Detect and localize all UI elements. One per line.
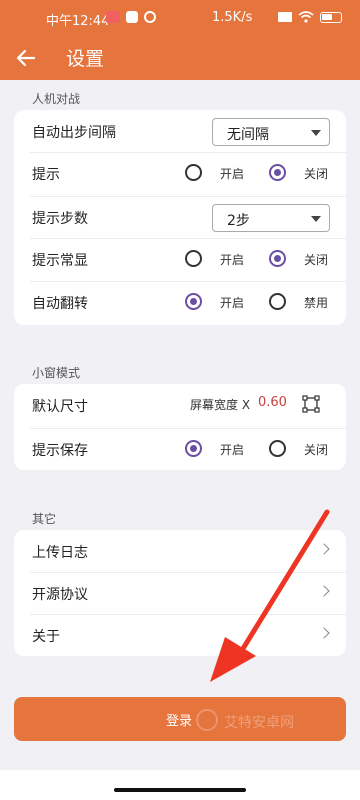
hint-always-label: 提示常显 [32,253,88,269]
hint-always-on-label: 开启 [220,253,245,267]
section-label-mini-window: 小窗模式 [32,366,81,380]
section-label-other: 其它 [32,512,57,526]
screen-width-ratio-prefix: 屏幕宽度 X [190,398,251,412]
back-arrow-icon[interactable] [14,46,38,70]
auto-flip-on-label: 开启 [220,296,245,310]
auto-step-interval-row: 自动出步间隔 无间隔 [14,110,346,152]
other-card: 上传日志 开源协议 关于 [14,530,346,656]
screen-width-ratio-value: 0.60 [258,395,287,410]
auto-flip-row: 自动翻转 开启 禁用 [14,281,346,323]
chevron-right-icon [318,585,330,597]
watermark-text: 艾特安卓网 [224,715,294,731]
hint-save-row: 提示保存 开启 关闭 [14,428,346,470]
battery-icon [320,11,342,23]
chevron-right-icon [318,543,330,555]
menu-item-label: 关于 [32,629,60,645]
auto-flip-label: 自动翻转 [32,296,88,312]
hint-always-off-label: 关闭 [304,253,329,267]
menu-item-label: 上传日志 [32,545,88,561]
watermark-logo-icon [196,709,218,731]
app-bar: 设置 [0,36,360,80]
default-size-row: 默认尺寸 屏幕宽度 X 0.60 [14,384,346,426]
hint-steps-value: 2步 [227,213,250,229]
hint-off-label: 关闭 [304,167,329,181]
sync-notification-icon [144,11,156,23]
watermark: 艾特安卓网 [196,709,316,735]
auto-step-interval-label: 自动出步间隔 [32,125,116,141]
hint-always-off-radio[interactable] [269,250,286,267]
status-time: 中午12:44 [46,14,110,29]
chevron-right-icon [318,627,330,639]
status-bar: 中午12:44 1.5K/s [0,0,360,36]
hint-save-on-radio[interactable] [185,440,202,457]
dropdown-caret-icon [311,130,321,136]
signal-icon [278,12,292,22]
hint-steps-select[interactable]: 2步 [212,204,330,232]
home-indicator[interactable] [114,788,246,792]
app-notification-icon [106,11,120,23]
login-button-label: 登录 [166,714,193,729]
menu-item-label: 开源协议 [32,587,88,603]
auto-step-interval-select[interactable]: 无间隔 [212,118,330,146]
system-tray [278,11,342,23]
hint-steps-row: 提示步数 2步 [14,196,346,238]
menu-item-upload-log[interactable]: 上传日志 [14,530,346,572]
menu-item-about[interactable]: 关于 [14,614,346,656]
resize-frame-icon[interactable] [302,395,320,413]
hint-on-label: 开启 [220,167,245,181]
auto-flip-on-radio[interactable] [185,293,202,310]
wifi-icon [298,11,314,23]
hint-always-row: 提示常显 开启 关闭 [14,238,346,280]
menu-item-open-source[interactable]: 开源协议 [14,572,346,614]
hint-on-radio[interactable] [185,164,202,181]
section-label-pvp: 人机对战 [32,92,81,106]
hint-always-on-radio[interactable] [185,250,202,267]
hint-steps-label: 提示步数 [32,211,88,227]
hint-label: 提示 [32,167,60,183]
dropdown-caret-icon [311,216,321,222]
hint-save-label: 提示保存 [32,443,88,459]
network-speed: 1.5K/s [212,10,253,25]
clipboard-notification-icon [126,11,138,23]
pvp-settings-card: 自动出步间隔 无间隔 提示 开启 关闭 提示步数 2步 提示常显 开启 关闭 自… [14,110,346,325]
auto-flip-off-radio[interactable] [269,293,286,310]
hint-row: 提示 开启 关闭 [14,152,346,194]
auto-step-interval-value: 无间隔 [227,127,269,143]
page-title: 设置 [66,48,105,70]
notification-icons [106,11,156,23]
gesture-nav-bar [0,770,360,800]
auto-flip-off-label: 禁用 [304,296,329,310]
hint-save-off-radio[interactable] [269,440,286,457]
default-size-label: 默认尺寸 [32,399,88,415]
mini-window-card: 默认尺寸 屏幕宽度 X 0.60 提示保存 开启 关闭 [14,384,346,470]
hint-off-radio[interactable] [269,164,286,181]
hint-save-off-label: 关闭 [304,443,329,457]
hint-save-on-label: 开启 [220,443,245,457]
